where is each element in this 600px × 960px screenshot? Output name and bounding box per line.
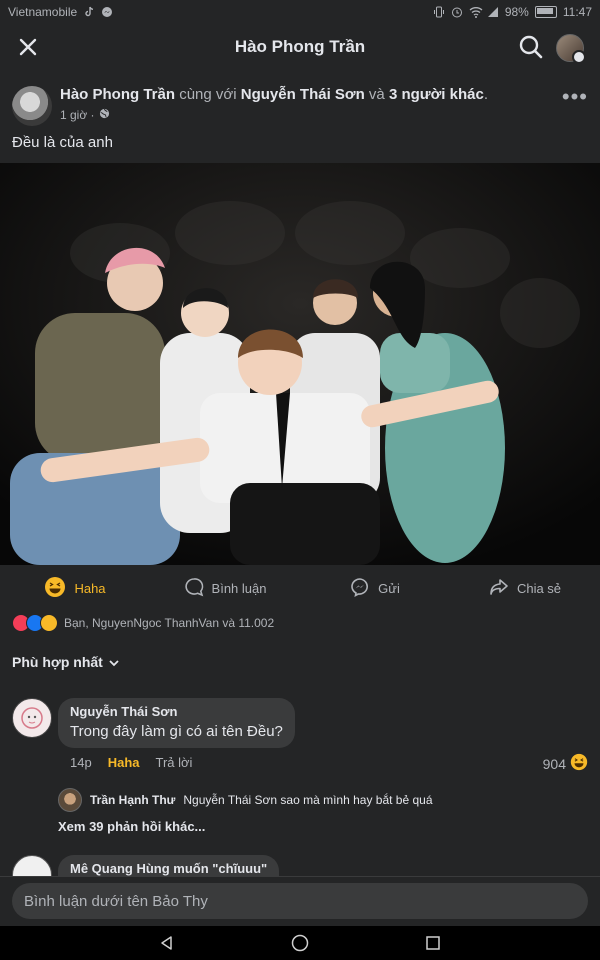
profile-avatar[interactable] bbox=[556, 34, 586, 64]
with-text: cùng với bbox=[179, 86, 237, 103]
reply-text: Nguyễn Thái Sơn sao mà mình hay bắt bẻ q… bbox=[183, 793, 433, 807]
post-caption: Đều là của anh bbox=[12, 134, 113, 151]
comment-icon bbox=[184, 577, 204, 600]
send-button[interactable]: Gửi bbox=[300, 577, 450, 600]
author-name[interactable]: Hào Phong Trần bbox=[60, 86, 175, 103]
chevron-down-icon bbox=[109, 654, 119, 670]
reaction-icons bbox=[12, 614, 58, 632]
signal-icon bbox=[487, 6, 499, 18]
recents-icon[interactable] bbox=[423, 933, 443, 953]
group-photo-illustration bbox=[0, 163, 600, 565]
reply-author[interactable]: Trần Hạnh Thư bbox=[90, 793, 175, 807]
globe-icon bbox=[99, 108, 110, 122]
commenter-avatar[interactable] bbox=[12, 698, 52, 738]
comment-composer-bar bbox=[0, 876, 600, 927]
others-link[interactable]: 3 người khác bbox=[389, 86, 484, 103]
back-icon[interactable] bbox=[157, 933, 177, 953]
post-meta: 1 giờ · bbox=[60, 108, 110, 122]
carrier-label: Vietnamobile bbox=[8, 5, 78, 19]
comment-text: Trong đây làm gì có ai tên Đều? bbox=[70, 723, 283, 740]
page-title: Hào Phong Trần bbox=[234, 37, 366, 56]
post-actions: Haha Bình luận Gửi Chia sẻ bbox=[0, 568, 600, 608]
sort-label: Phù hợp nhất bbox=[12, 654, 103, 670]
clock: 11:47 bbox=[562, 5, 592, 19]
status-bar: Vietnamobile 98% 11:47 bbox=[0, 0, 600, 24]
send-label: Gửi bbox=[378, 580, 400, 596]
and-text: và bbox=[368, 86, 385, 103]
messenger-notification-icon bbox=[101, 6, 113, 18]
tagged-name[interactable]: Nguyễn Thái Sơn bbox=[241, 86, 365, 103]
haha-button[interactable]: Haha bbox=[0, 576, 150, 601]
battery-icon bbox=[534, 6, 557, 18]
comment-button[interactable]: Bình luận bbox=[150, 577, 300, 600]
top-bar: Hào Phong Trần bbox=[0, 24, 600, 70]
share-label: Chia sẻ bbox=[516, 580, 562, 596]
system-nav-bar bbox=[0, 926, 600, 960]
comment-input[interactable] bbox=[12, 883, 588, 919]
search-icon[interactable] bbox=[518, 34, 544, 60]
author-avatar[interactable] bbox=[12, 86, 52, 126]
wifi-icon bbox=[469, 6, 483, 18]
haha-reaction-icon bbox=[570, 753, 588, 774]
reply-preview[interactable]: Trần Hạnh Thư Nguyễn Thái Sơn sao mà mìn… bbox=[58, 788, 433, 812]
reaction-count-text: 904 bbox=[542, 755, 566, 772]
share-icon bbox=[489, 577, 509, 600]
sort-dropdown[interactable]: Phù hợp nhất bbox=[12, 654, 119, 670]
messenger-icon bbox=[350, 577, 370, 600]
post-photo[interactable] bbox=[0, 163, 600, 565]
post-time: 1 giờ · bbox=[60, 108, 95, 122]
reply-avatar[interactable] bbox=[58, 788, 82, 812]
comment-reaction-count[interactable]: 904 bbox=[543, 753, 588, 774]
comment-meta: 14p Haha Trả lời bbox=[70, 755, 192, 770]
post-title-line: Hào Phong Trần cùng với Nguyễn Thái Sơn … bbox=[60, 86, 488, 103]
home-icon[interactable] bbox=[290, 933, 310, 953]
vibrate-icon bbox=[433, 6, 445, 18]
post-header: Hào Phong Trần cùng với Nguyễn Thái Sơn … bbox=[12, 84, 588, 128]
comment-haha-button[interactable]: Haha bbox=[108, 755, 140, 770]
tiktok-notification-icon bbox=[83, 6, 95, 18]
alarm-icon bbox=[451, 6, 463, 18]
reactions-summary[interactable]: Bạn, NguyenNgoc ThanhVan và 11.002 bbox=[12, 612, 274, 634]
haha-reaction-icon bbox=[40, 614, 58, 632]
battery-percent: 98% bbox=[504, 5, 529, 19]
comment-label: Bình luận bbox=[211, 580, 267, 596]
view-more-replies-link[interactable]: Xem 39 phản hồi khác... bbox=[58, 819, 205, 834]
share-button[interactable]: Chia sẻ bbox=[450, 577, 600, 600]
more-options-button[interactable]: ••• bbox=[562, 84, 588, 110]
close-icon[interactable] bbox=[16, 35, 40, 59]
haha-label: Haha bbox=[74, 580, 106, 596]
commenter-name[interactable]: Nguyễn Thái Sơn bbox=[70, 704, 283, 719]
reply-button[interactable]: Trả lời bbox=[156, 755, 193, 770]
reactions-text: Bạn, NguyenNgoc ThanhVan và 11.002 bbox=[64, 616, 275, 630]
comment-bubble[interactable]: Nguyễn Thái Sơn Trong đây làm gì có ai t… bbox=[58, 698, 295, 748]
comment-time: 14p bbox=[70, 755, 92, 770]
haha-icon bbox=[44, 576, 66, 601]
